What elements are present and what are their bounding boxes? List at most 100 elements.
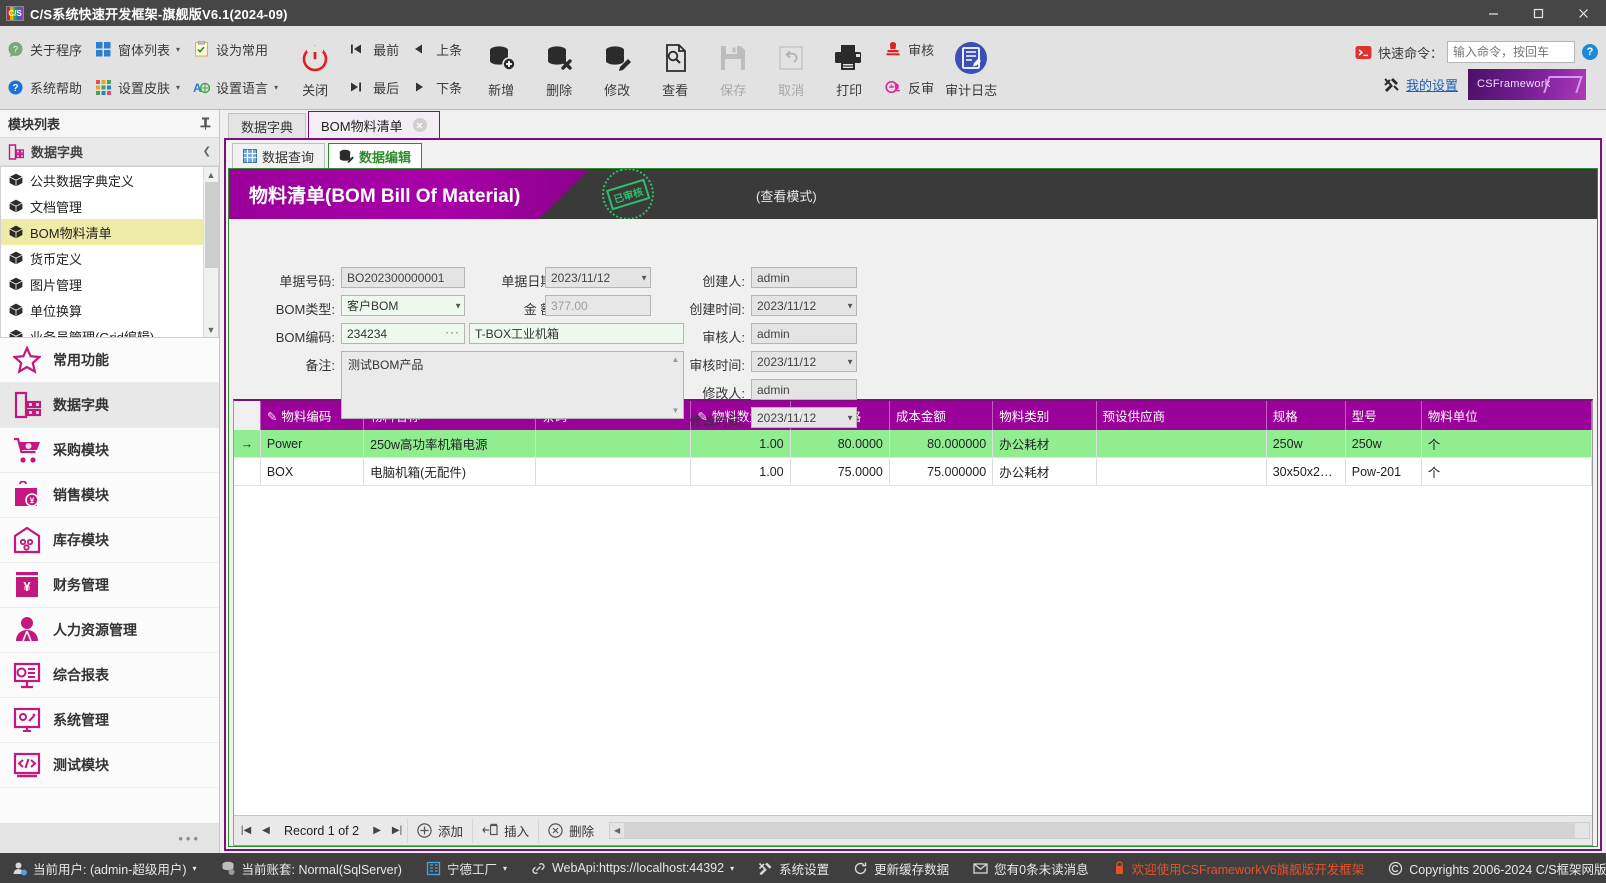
nav-prev-button[interactable]: 上条	[409, 30, 472, 68]
grid-add-button[interactable]: 添加	[407, 818, 472, 843]
cell-material-code[interactable]: Power	[260, 430, 365, 458]
tab-data-dictionary[interactable]: 数据字典	[228, 113, 307, 138]
cell-cost-amount[interactable]: 75.000000	[889, 457, 994, 486]
cell-barcode[interactable]	[535, 457, 692, 486]
chevron-down-icon[interactable]: ▼	[640, 273, 648, 282]
audit-log-button[interactable]: 审计日志	[940, 26, 1002, 110]
cell-material-name[interactable]: 250w高功率机箱电源	[363, 430, 537, 458]
tree-item-0[interactable]: 公共数据字典定义	[1, 167, 218, 193]
cancel-record-button[interactable]: 取消	[762, 26, 820, 110]
auditor-field[interactable]: admin	[751, 323, 857, 344]
cell-cost-amount[interactable]: 80.000000	[889, 430, 994, 458]
sidebar-item-hr[interactable]: 人力资源管理	[0, 608, 219, 653]
nav-next-button[interactable]: 下条	[409, 68, 472, 106]
cell-material-name[interactable]: 电脑机箱(无配件)	[363, 457, 537, 486]
sidebar-item-finance[interactable]: ¥ 财务管理	[0, 563, 219, 608]
unapprove-button[interactable]: 反审	[878, 68, 940, 106]
system-help-button[interactable]: ? 系统帮助	[0, 68, 88, 106]
col-header-default-supplier[interactable]: 预设供应商	[1096, 401, 1267, 430]
cell-model[interactable]: 250w	[1345, 430, 1422, 458]
tree-item-6[interactable]: 业务员管理(Grid编辑)	[1, 323, 218, 337]
minimize-button[interactable]	[1471, 0, 1516, 26]
set-language-button[interactable]: A 设置语言 ▾	[186, 68, 284, 106]
nav-last-record-button[interactable]: ▶|	[387, 819, 407, 843]
nav-first-record-button[interactable]: |◀	[236, 819, 256, 843]
remark-memo[interactable]: 测试BOM产品 ▲ ▼	[341, 351, 684, 419]
close-button[interactable]	[1561, 0, 1606, 26]
status-factory[interactable]: 宁德工厂 ▾	[414, 853, 519, 883]
sidebar-item-sales[interactable]: ¥ 销售模块	[0, 473, 219, 518]
table-row[interactable]: BOX 电脑机箱(无配件) 1.00 75.0000 75.000000 办公耗…	[234, 457, 1592, 486]
nav-last-button[interactable]: 最后	[346, 68, 409, 106]
status-current-user[interactable]: 当前用户: (admin-超级用户) ▾	[0, 853, 209, 883]
bill-date-field[interactable]: 2023/11/12 ▼	[545, 267, 651, 288]
chevron-down-icon[interactable]: ▼	[846, 357, 854, 366]
scrollbar-thumb[interactable]	[624, 823, 1575, 838]
grid-scroll-area[interactable]: ✎物料编码 物料名称 条码 ✎物料数量 ✎成本价格 成本金额 物料类别 预设供应…	[234, 401, 1592, 815]
brand-banner[interactable]: CSFramework	[1468, 68, 1586, 100]
modifier-field[interactable]: admin	[751, 379, 857, 400]
sidebar-overflow-button[interactable]: •••	[178, 831, 201, 846]
bom-code-field[interactable]: 234234 ···	[341, 323, 465, 344]
sidebar-item-reports[interactable]: 综合报表	[0, 653, 219, 698]
my-settings-link[interactable]: 我的设置	[1406, 75, 1458, 94]
bill-no-field[interactable]: BO202300000001	[341, 267, 465, 288]
status-messages[interactable]: 您有0条未读消息	[961, 853, 1100, 883]
cell-cost-price[interactable]: 80.0000	[790, 430, 890, 458]
sidebar-item-common-functions[interactable]: 常用功能	[0, 338, 219, 383]
quick-command-help-icon[interactable]: ?	[1582, 44, 1598, 60]
cell-material-category[interactable]: 办公耗材	[992, 457, 1097, 486]
grid-insert-button[interactable]: 插入	[472, 818, 538, 843]
cell-default-supplier[interactable]	[1096, 430, 1267, 458]
col-header-material-unit[interactable]: 物料单位	[1421, 401, 1592, 430]
tab-data-query[interactable]: 数据查询	[232, 143, 326, 168]
close-form-button[interactable]: 关闭	[284, 26, 346, 110]
table-row[interactable]: → Power 250w高功率机箱电源 1.00 80.0000 80.0000…	[234, 430, 1592, 458]
tree-item-bom-bill[interactable]: BOM物料清单	[1, 219, 218, 245]
cell-cost-price[interactable]: 75.0000	[790, 457, 890, 486]
col-header-spec[interactable]: 规格	[1266, 401, 1346, 430]
cell-default-supplier[interactable]	[1096, 457, 1267, 486]
cell-spec[interactable]: 250w	[1266, 430, 1346, 458]
scroll-left-arrow-icon[interactable]: ◀	[610, 826, 624, 835]
tab-data-edit[interactable]: 数据编辑	[328, 143, 423, 168]
create-time-field[interactable]: 2023/11/12 ▼	[751, 295, 857, 316]
chevron-down-icon[interactable]: ▾	[503, 864, 507, 873]
chevron-down-icon[interactable]: ▾	[192, 864, 196, 873]
bom-type-combo[interactable]: 客户BOM ▼	[341, 295, 465, 316]
cell-material-unit[interactable]: 个	[1421, 457, 1592, 486]
sidebar-item-inventory[interactable]: 库存模块	[0, 518, 219, 563]
quick-command-input[interactable]	[1447, 41, 1575, 63]
col-header-model[interactable]: 型号	[1345, 401, 1422, 430]
set-favorite-button[interactable]: 设为常用	[186, 30, 284, 68]
creator-field[interactable]: admin	[751, 267, 857, 288]
sidebar-group-data-dictionary[interactable]: 数据字典 ❮	[0, 138, 219, 166]
grid-horizontal-scrollbar[interactable]: ◀	[609, 822, 1590, 839]
scrollbar-thumb[interactable]	[205, 182, 218, 268]
edit-record-button[interactable]: 修改	[588, 26, 646, 110]
set-skin-button[interactable]: 设置皮肤 ▾	[88, 68, 186, 106]
about-program-button[interactable]: ? 关于程序	[0, 30, 88, 68]
view-record-button[interactable]: 查看	[646, 26, 704, 110]
nav-next-record-button[interactable]: ▶	[367, 819, 387, 843]
sidebar-tree-scrollbar[interactable]: ▲ ▼	[203, 167, 218, 337]
col-header-material-category[interactable]: 物料类别	[992, 401, 1097, 430]
audit-time-field[interactable]: 2023/11/12 ▼	[751, 351, 857, 372]
print-button[interactable]: 打印	[820, 26, 878, 110]
maximize-button[interactable]	[1516, 0, 1561, 26]
grid-delete-button[interactable]: 删除	[538, 818, 603, 843]
tree-item-5[interactable]: 单位换算	[1, 297, 218, 323]
chevron-down-icon[interactable]: ▾	[730, 864, 734, 873]
tree-item-3[interactable]: 货币定义	[1, 245, 218, 271]
status-system-settings[interactable]: 系统设置	[746, 853, 841, 883]
nav-prev-record-button[interactable]: ◀	[256, 819, 276, 843]
cell-spec[interactable]: 30x50x2…	[1266, 457, 1346, 486]
cell-barcode[interactable]	[535, 430, 692, 458]
save-record-button[interactable]: 保存	[704, 26, 762, 110]
cell-quantity[interactable]: 1.00	[690, 430, 791, 458]
add-record-button[interactable]: 新增	[472, 26, 530, 110]
bom-name-field[interactable]: T-BOX工业机箱	[469, 323, 684, 344]
sidebar-item-test-module[interactable]: 测试模块	[0, 743, 219, 788]
chevron-down-icon[interactable]: ▼	[454, 301, 462, 310]
scroll-down-arrow-icon[interactable]: ▼	[207, 322, 216, 337]
